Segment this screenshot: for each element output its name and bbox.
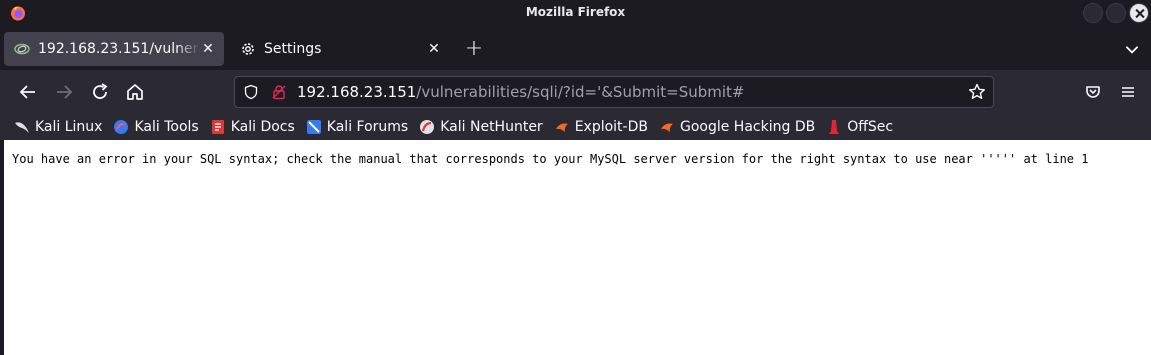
bookmarks-toolbar: Kali Linux Kali Tools Kali Docs Kali For… (0, 114, 1151, 140)
forward-arrow-icon[interactable] (52, 80, 76, 104)
url-bar[interactable]: 192.168.23.151/vulnerabilities/sqli/?id=… (234, 76, 994, 108)
kali-docs-icon (211, 120, 224, 134)
hamburger-menu-icon[interactable] (1116, 80, 1140, 104)
offsec-icon (829, 120, 840, 134)
bookmark-kali-nethunter[interactable]: Kali NetHunter (419, 116, 543, 138)
minimize-button[interactable] (1083, 3, 1103, 23)
bookmark-label: Kali Tools (134, 119, 199, 135)
back-arrow-icon[interactable] (16, 80, 40, 104)
bookmark-exploit-db[interactable]: Exploit-DB (554, 116, 648, 138)
url-text[interactable]: 192.168.23.151/vulnerabilities/sqli/?id=… (297, 83, 745, 101)
close-window-button[interactable] (1129, 3, 1149, 23)
title-bar: Mozilla Firefox (0, 0, 1151, 26)
tab-label: 192.168.23.151/vulnerabilities/sqli/?id=… (38, 41, 200, 57)
bookmark-kali-forums[interactable]: Kali Forums (306, 116, 408, 138)
bookmark-label: Google Hacking DB (679, 119, 816, 135)
url-path: /vulnerabilities/sqli/?id='&Submit=Submi… (416, 83, 745, 101)
reload-icon[interactable] (88, 80, 112, 104)
page-content: You have an error in your SQL syntax; ch… (4, 140, 1151, 355)
bookmark-google-hacking-db[interactable]: Google Hacking DB (659, 116, 815, 138)
chevron-down-icon[interactable] (1123, 40, 1141, 58)
pocket-icon[interactable] (1081, 80, 1105, 104)
bookmark-label: OffSec (847, 119, 894, 135)
home-icon[interactable] (123, 80, 147, 104)
bookmark-kali-tools[interactable]: Kali Tools (113, 116, 199, 138)
sql-error-message: You have an error in your SQL syntax; ch… (12, 152, 1089, 166)
bookmark-kali-linux[interactable]: Kali Linux (14, 116, 102, 138)
tab-sqli[interactable]: 192.168.23.151/vulnerabilities/sqli/?id=… (4, 32, 224, 66)
tracking-shield-icon[interactable] (243, 84, 259, 100)
bookmark-label: Kali Docs (230, 119, 295, 135)
ghdb-icon (660, 123, 673, 132)
maximize-button[interactable] (1106, 3, 1126, 23)
bookmark-label: Kali Linux (35, 119, 103, 135)
tab-close-icon[interactable]: ✕ (200, 41, 216, 57)
bookmark-kali-docs[interactable]: Kali Docs (210, 116, 295, 138)
bookmark-label: Exploit-DB (574, 119, 648, 135)
kali-tools-icon (114, 120, 129, 134)
tab-strip: 192.168.23.151/vulnerabilities/sqli/?id=… (0, 26, 1151, 70)
bookmark-label: Kali NetHunter (440, 119, 543, 135)
bookmark-label: Kali Forums (326, 119, 409, 135)
url-host: 192.168.23.151 (297, 83, 417, 101)
gear-icon (242, 43, 254, 55)
tab-settings[interactable]: Settings ✕ (230, 32, 450, 66)
kali-forums-icon (306, 120, 321, 134)
new-tab-button[interactable]: + (462, 38, 486, 62)
exploit-db-icon (555, 123, 568, 132)
window-title: Mozilla Firefox (525, 5, 626, 19)
tab-label: Settings (264, 41, 322, 57)
insecure-lock-icon[interactable] (271, 84, 287, 100)
dvwa-loading-icon (14, 43, 30, 55)
bookmark-offsec[interactable]: OffSec (826, 116, 893, 138)
nethunter-icon (420, 120, 435, 134)
tab-close-icon[interactable]: ✕ (426, 41, 442, 57)
kali-dragon-icon (15, 122, 29, 133)
bookmark-star-icon[interactable] (967, 82, 987, 102)
